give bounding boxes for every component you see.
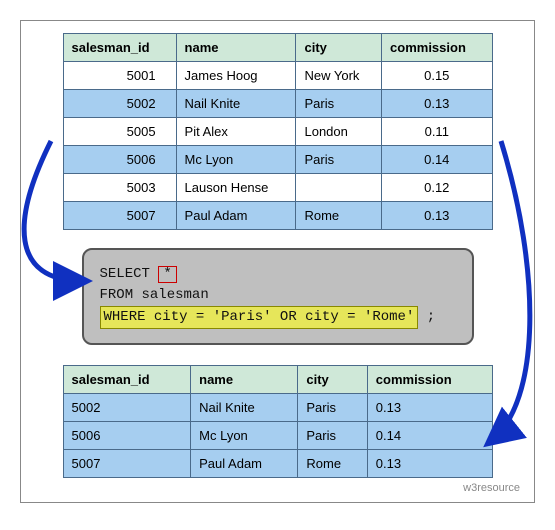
cell-id: 5007 <box>63 202 176 230</box>
cell-name: Mc Lyon <box>176 146 296 174</box>
cell-city: New York <box>296 62 382 90</box>
cell-name: Paul Adam <box>191 450 298 478</box>
cell-name: Paul Adam <box>176 202 296 230</box>
cell-commission: 0.13 <box>382 202 492 230</box>
sql-where: WHERE city = 'Paris' OR city = 'Rome' <box>100 306 419 329</box>
table-row: 5001James HoogNew York0.15 <box>63 62 492 90</box>
table-row: 5002Nail KniteParis0.13 <box>63 90 492 118</box>
col-commission: commission <box>382 34 492 62</box>
cell-city: Rome <box>296 202 382 230</box>
source-table: salesman_id name city commission 5001Jam… <box>63 33 493 230</box>
cell-id: 5001 <box>63 62 176 90</box>
cell-name: Pit Alex <box>176 118 296 146</box>
cell-commission: 0.14 <box>367 422 492 450</box>
col-salesman-id: salesman_id <box>63 34 176 62</box>
diagram-container: salesman_id name city commission 5001Jam… <box>20 20 535 503</box>
cell-id: 5007 <box>63 450 191 478</box>
cell-city: Paris <box>296 90 382 118</box>
cell-city: London <box>296 118 382 146</box>
col-salesman-id: salesman_id <box>63 366 191 394</box>
cell-commission: 0.13 <box>367 394 492 422</box>
watermark: w3resource <box>35 482 520 494</box>
cell-commission: 0.13 <box>367 450 492 478</box>
cell-commission: 0.13 <box>382 90 492 118</box>
sql-select: SELECT <box>100 266 150 282</box>
cell-id: 5003 <box>63 174 176 202</box>
cell-city: Paris <box>296 146 382 174</box>
sql-star: * <box>158 266 176 283</box>
cell-city: Rome <box>298 450 367 478</box>
table-row: 5006Mc LyonParis0.14 <box>63 422 492 450</box>
col-city: city <box>296 34 382 62</box>
cell-id: 5005 <box>63 118 176 146</box>
table-row: 5002Nail KniteParis0.13 <box>63 394 492 422</box>
col-commission: commission <box>367 366 492 394</box>
cell-name: Nail Knite <box>191 394 298 422</box>
col-name: name <box>191 366 298 394</box>
table-row: 5007Paul AdamRome0.13 <box>63 450 492 478</box>
cell-id: 5006 <box>63 146 176 174</box>
arrow-right-icon <box>491 141 530 441</box>
cell-name: James Hoog <box>176 62 296 90</box>
table-row: 5003Lauson Hense 0.12 <box>63 174 492 202</box>
cell-commission: 0.12 <box>382 174 492 202</box>
result-table: salesman_id name city commission 5002Nai… <box>63 365 493 478</box>
cell-name: Nail Knite <box>176 90 296 118</box>
sql-query-box: SELECT * FROM salesman WHERE city = 'Par… <box>82 248 474 345</box>
cell-city: Paris <box>298 394 367 422</box>
table-row: 5005Pit AlexLondon0.11 <box>63 118 492 146</box>
cell-id: 5002 <box>63 90 176 118</box>
sql-semicolon: ; <box>427 309 435 325</box>
cell-name: Mc Lyon <box>191 422 298 450</box>
col-city: city <box>298 366 367 394</box>
col-name: name <box>176 34 296 62</box>
table-row: 5007Paul AdamRome0.13 <box>63 202 492 230</box>
cell-commission: 0.11 <box>382 118 492 146</box>
cell-commission: 0.14 <box>382 146 492 174</box>
table-row: 5006Mc LyonParis0.14 <box>63 146 492 174</box>
cell-id: 5006 <box>63 422 191 450</box>
cell-name: Lauson Hense <box>176 174 296 202</box>
cell-commission: 0.15 <box>382 62 492 90</box>
cell-id: 5002 <box>63 394 191 422</box>
sql-from: FROM salesman <box>100 285 460 306</box>
cell-city <box>296 174 382 202</box>
cell-city: Paris <box>298 422 367 450</box>
